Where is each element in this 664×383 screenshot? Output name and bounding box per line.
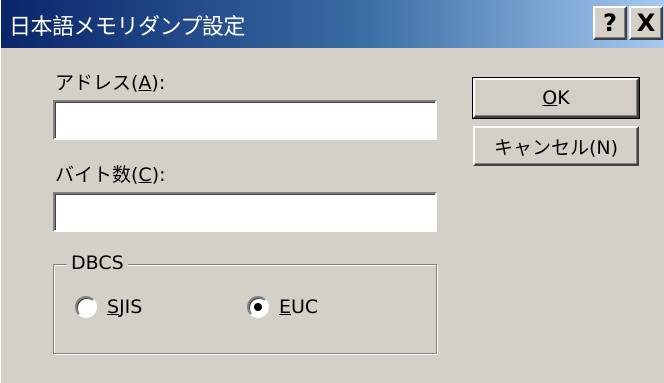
byte-count-label: バイト数(C): — [55, 160, 166, 187]
ok-button-label-key: O — [542, 87, 558, 109]
ok-button-label-rest: K — [557, 87, 570, 109]
address-label: アドレス(A): — [55, 68, 165, 95]
memory-dump-settings-dialog: 日本語メモリダンプ設定 ? X アドレス(A): バイト数(C): DBCS S… — [0, 0, 664, 383]
help-icon: ? — [603, 9, 617, 37]
euc-radio-label-key: E — [279, 296, 292, 318]
euc-radio-option[interactable]: EUC — [247, 296, 318, 318]
byte-count-input[interactable] — [53, 192, 437, 232]
close-button[interactable]: X — [629, 6, 663, 40]
cancel-button-label: キャンセル(N) — [493, 136, 619, 159]
title-bar[interactable]: 日本語メモリダンプ設定 ? X — [1, 0, 664, 48]
sjis-radio-label-key: S — [107, 296, 120, 318]
sjis-radio-label: SJIS — [107, 296, 142, 318]
address-label-suffix: ): — [151, 72, 166, 94]
ok-button[interactable]: OK — [472, 77, 640, 119]
byte-count-label-key: C — [138, 164, 152, 186]
euc-radio-label-rest: UC — [291, 296, 319, 318]
address-label-key: A — [138, 72, 152, 94]
window-title: 日本語メモリダンプ設定 — [9, 15, 245, 40]
sjis-radio-button[interactable] — [75, 296, 97, 318]
byte-count-label-suffix: ): — [151, 164, 166, 186]
euc-radio-label: EUC — [279, 296, 318, 318]
dbcs-group-label: DBCS — [67, 252, 128, 274]
help-button[interactable]: ? — [593, 6, 627, 40]
sjis-radio-option[interactable]: SJIS — [75, 296, 142, 318]
byte-count-label-prefix: バイト数( — [55, 164, 139, 186]
ok-button-label: OK — [542, 87, 569, 109]
address-label-prefix: アドレス( — [55, 72, 139, 94]
sjis-radio-label-rest: JIS — [119, 296, 143, 318]
cancel-button[interactable]: キャンセル(N) — [473, 126, 639, 166]
address-input[interactable] — [53, 100, 437, 140]
euc-radio-button[interactable] — [247, 296, 269, 318]
close-icon: X — [636, 9, 656, 37]
